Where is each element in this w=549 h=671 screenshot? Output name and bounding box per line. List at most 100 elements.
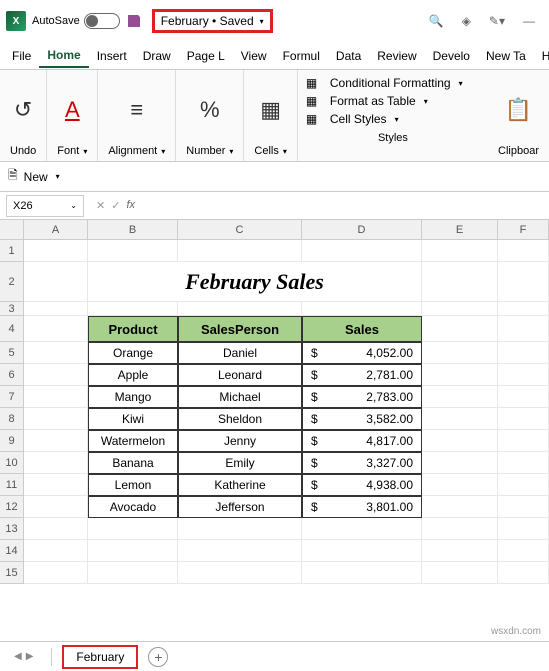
cell-salesperson[interactable]: Katherine: [178, 474, 302, 496]
cell[interactable]: [422, 302, 498, 316]
chevron-down-icon[interactable]: ▾: [56, 172, 60, 181]
cancel-icon[interactable]: ✕: [96, 199, 105, 212]
cell[interactable]: [24, 474, 88, 496]
table-header-product[interactable]: Product: [88, 316, 178, 342]
cell[interactable]: [24, 302, 88, 316]
cell[interactable]: [178, 540, 302, 562]
col-header-D[interactable]: D: [302, 220, 422, 239]
cell[interactable]: [498, 562, 549, 584]
menu-insert[interactable]: Insert: [89, 45, 135, 67]
cell-product[interactable]: Banana: [88, 452, 178, 474]
col-header-A[interactable]: A: [24, 220, 88, 239]
cell-sales[interactable]: $3,582.00: [302, 408, 422, 430]
cell[interactable]: [88, 562, 178, 584]
search-icon[interactable]: 🔍: [429, 14, 444, 28]
cell-product[interactable]: Apple: [88, 364, 178, 386]
cell[interactable]: [422, 562, 498, 584]
menu-review[interactable]: Review: [369, 45, 424, 67]
col-header-F[interactable]: F: [498, 220, 549, 239]
cell[interactable]: [302, 540, 422, 562]
alignment-icon[interactable]: ≡: [130, 97, 143, 123]
menu-pagel[interactable]: Page L: [179, 45, 233, 67]
menu-data[interactable]: Data: [328, 45, 369, 67]
cell[interactable]: [498, 364, 549, 386]
row-header[interactable]: 6: [0, 364, 24, 386]
row-header[interactable]: 14: [0, 540, 24, 562]
cell[interactable]: [302, 302, 422, 316]
minimize-icon[interactable]: —: [523, 14, 535, 28]
cell[interactable]: [24, 342, 88, 364]
cell[interactable]: [498, 430, 549, 452]
row-header[interactable]: 4: [0, 316, 24, 342]
cell[interactable]: [422, 262, 498, 302]
row-header[interactable]: 12: [0, 496, 24, 518]
conditional-formatting-button[interactable]: ▦Conditional Formatting▾: [306, 74, 480, 92]
cell-salesperson[interactable]: Leonard: [178, 364, 302, 386]
cell[interactable]: [422, 430, 498, 452]
row-header[interactable]: 1: [0, 240, 24, 262]
cell[interactable]: [24, 408, 88, 430]
sheet-tab-february[interactable]: February: [62, 645, 138, 669]
cell[interactable]: [302, 518, 422, 540]
table-header-sales[interactable]: Sales: [302, 316, 422, 342]
cell-product[interactable]: Lemon: [88, 474, 178, 496]
menu-home[interactable]: Home: [39, 44, 88, 68]
row-header[interactable]: 8: [0, 408, 24, 430]
cell[interactable]: [498, 518, 549, 540]
cell[interactable]: [498, 262, 549, 302]
cell[interactable]: [302, 562, 422, 584]
save-icon[interactable]: [126, 13, 142, 29]
new-label[interactable]: New: [24, 170, 48, 184]
filename-display[interactable]: February • Saved ▾: [152, 9, 273, 33]
row-header[interactable]: 10: [0, 452, 24, 474]
row-header[interactable]: 3: [0, 302, 24, 316]
name-box[interactable]: X26 ⌄: [6, 195, 84, 217]
cell-product[interactable]: Mango: [88, 386, 178, 408]
cell[interactable]: [24, 540, 88, 562]
select-all-corner[interactable]: [0, 220, 24, 239]
cell-salesperson[interactable]: Jefferson: [178, 496, 302, 518]
menu-view[interactable]: View: [233, 45, 275, 67]
cell[interactable]: [498, 474, 549, 496]
cell[interactable]: [88, 540, 178, 562]
cell[interactable]: [422, 518, 498, 540]
cell[interactable]: [302, 240, 422, 262]
cell[interactable]: [178, 518, 302, 540]
cell[interactable]: [422, 452, 498, 474]
menu-file[interactable]: File: [4, 45, 39, 67]
cell[interactable]: [422, 316, 498, 342]
cell-product[interactable]: Watermelon: [88, 430, 178, 452]
quick-access-icon[interactable]: ✎▾: [489, 14, 505, 28]
cell-sales[interactable]: $3,327.00: [302, 452, 422, 474]
cell[interactable]: [178, 302, 302, 316]
col-header-B[interactable]: B: [88, 220, 178, 239]
fx-icon[interactable]: fx: [126, 199, 135, 212]
cell-sales[interactable]: $4,938.00: [302, 474, 422, 496]
row-header[interactable]: 11: [0, 474, 24, 496]
cell-product[interactable]: Orange: [88, 342, 178, 364]
cell-salesperson[interactable]: Emily: [178, 452, 302, 474]
cells-icon[interactable]: ▦: [260, 97, 281, 123]
col-header-E[interactable]: E: [422, 220, 498, 239]
cell[interactable]: [24, 496, 88, 518]
cell[interactable]: [422, 386, 498, 408]
cell[interactable]: [498, 316, 549, 342]
menu-develo[interactable]: Develo: [425, 45, 478, 67]
cell[interactable]: [498, 540, 549, 562]
cell[interactable]: [498, 408, 549, 430]
cell[interactable]: [24, 430, 88, 452]
cell[interactable]: [24, 240, 88, 262]
col-header-C[interactable]: C: [178, 220, 302, 239]
cell[interactable]: [24, 262, 88, 302]
menu-help[interactable]: Help: [534, 45, 549, 67]
confirm-icon[interactable]: ✓: [111, 199, 120, 212]
cell-sales[interactable]: $2,781.00: [302, 364, 422, 386]
cell[interactable]: [498, 496, 549, 518]
cell[interactable]: [24, 316, 88, 342]
table-header-salesperson[interactable]: SalesPerson: [178, 316, 302, 342]
sheet-title[interactable]: February Sales: [88, 262, 422, 302]
cell[interactable]: [178, 562, 302, 584]
cell[interactable]: [178, 240, 302, 262]
cell[interactable]: [24, 562, 88, 584]
cell[interactable]: [24, 518, 88, 540]
